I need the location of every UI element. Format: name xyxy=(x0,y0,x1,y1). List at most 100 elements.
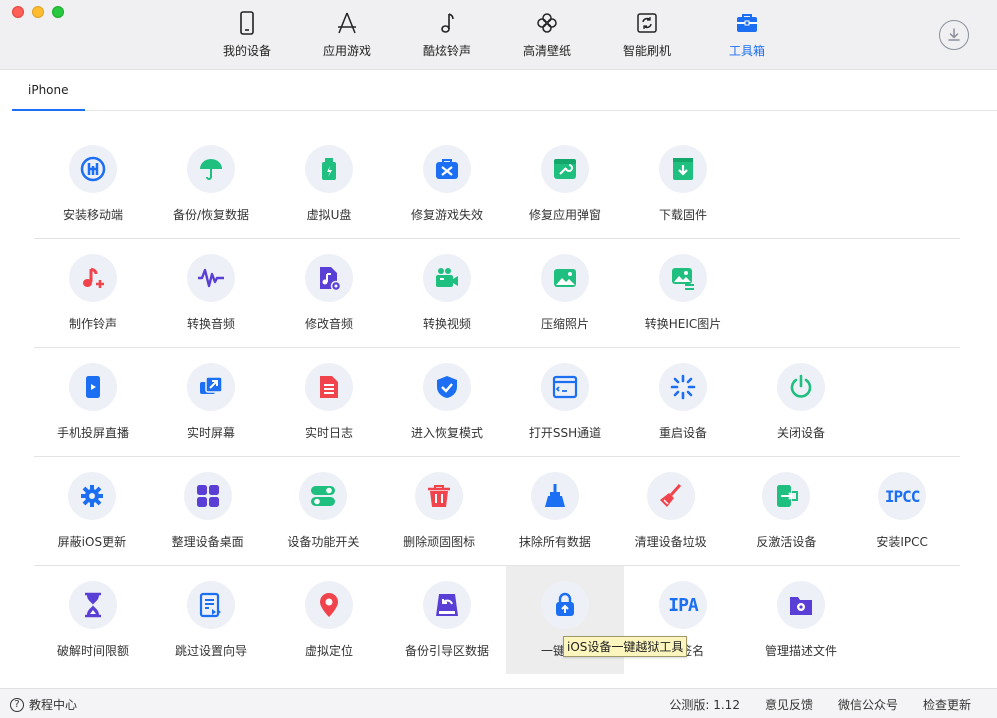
tool-item[interactable]: 打开SSH通道 xyxy=(506,348,624,456)
tool-item[interactable]: 破解时间限额 xyxy=(34,566,152,674)
window-controls xyxy=(12,6,64,18)
tool-item[interactable]: 转换HEIC图片 xyxy=(624,239,742,347)
tool-label: 管理描述文件 xyxy=(764,644,837,658)
help-center-label: 教程中心 xyxy=(29,698,78,712)
tool-item[interactable]: 一键越狱 xyxy=(506,566,624,674)
sweep-icon xyxy=(646,472,695,520)
top-toolbar: 我的设备 应用游戏 酷炫铃声 高清壁纸 智能刷机 工具箱 xyxy=(0,0,997,70)
nav-tab-4[interactable]: 智能刷机 xyxy=(597,0,697,70)
tool-label: 修复游戏失效 xyxy=(410,208,483,222)
tool-item[interactable]: 修改音频 xyxy=(270,239,388,347)
tool-item[interactable]: 安装移动端 xyxy=(34,130,152,238)
flower-icon xyxy=(534,10,560,36)
help-center-link[interactable]: ? 教程中心 xyxy=(10,696,77,713)
feedback-link[interactable]: 意见反馈 xyxy=(765,696,813,713)
main-nav: 我的设备 应用游戏 酷炫铃声 高清壁纸 智能刷机 工具箱 xyxy=(197,0,797,70)
tool-label: 备份/恢复数据 xyxy=(172,208,250,222)
tool-item[interactable]: 下载固件 xyxy=(624,130,742,238)
tool-item[interactable]: IPCC 安装IPCC xyxy=(844,457,960,565)
tool-item[interactable]: 整理设备桌面 xyxy=(150,457,266,565)
tool-item[interactable]: 抹除所有数据 xyxy=(497,457,613,565)
nav-tab-label: 应用游戏 xyxy=(322,44,371,58)
download-manager-button[interactable] xyxy=(939,20,969,50)
tool-item[interactable]: 设备功能开关 xyxy=(266,457,382,565)
music-note-icon xyxy=(434,10,460,36)
tool-label: 安装移动端 xyxy=(62,208,123,222)
check-update-link[interactable]: 检查更新 xyxy=(923,696,971,713)
tool-item[interactable]: 压缩照片 xyxy=(506,239,624,347)
tool-item[interactable]: 备份/恢复数据 xyxy=(152,130,270,238)
tool-item[interactable]: 转换视频 xyxy=(388,239,506,347)
tool-item[interactable]: 手机投屏直播 xyxy=(34,348,152,456)
version-label: 公测版: 1.12 xyxy=(669,698,740,712)
tool-item[interactable]: 实时日志 xyxy=(270,348,388,456)
tool-item[interactable]: IPA IPA签名 xyxy=(624,566,742,674)
nav-tab-2[interactable]: 酷炫铃声 xyxy=(397,0,497,70)
tool-item[interactable]: 屏蔽iOS更新 xyxy=(34,457,150,565)
ipa-icon: IPA xyxy=(659,581,707,629)
tool-row: 制作铃声 转换音频 修改音频 转换视频 压缩照片 转换HEIC图片 xyxy=(34,239,960,348)
tool-label: 进入恢复模式 xyxy=(410,426,483,440)
toolbox-icon xyxy=(734,10,760,36)
tool-item[interactable]: 管理描述文件 xyxy=(742,566,860,674)
download-icon xyxy=(948,28,960,41)
tool-item[interactable]: 转换音频 xyxy=(152,239,270,347)
tool-label: 重启设备 xyxy=(658,426,707,440)
tool-item[interactable]: 重启设备 xyxy=(624,348,742,456)
profile-folder-icon xyxy=(777,581,825,629)
trash-icon xyxy=(415,472,464,520)
toolbox-grid: 安装移动端 备份/恢复数据 虚拟U盘 修复游戏失效 修复应用弹窗 下载固件 制作… xyxy=(34,130,960,675)
photo-convert-icon xyxy=(659,254,707,302)
tool-item[interactable]: 清理设备垃圾 xyxy=(613,457,729,565)
umbrella-icon xyxy=(187,145,235,193)
phone-icon xyxy=(234,10,260,36)
tool-label: 实时屏幕 xyxy=(186,426,235,440)
tool-item[interactable]: 删除顽固图标 xyxy=(381,457,497,565)
tab-iphone[interactable]: iPhone xyxy=(12,70,85,111)
grid-icon xyxy=(183,472,232,520)
toggle-icon xyxy=(299,472,348,520)
tool-item[interactable]: 修复游戏失效 xyxy=(388,130,506,238)
tool-item[interactable]: 跳过设置向导 xyxy=(152,566,270,674)
tool-item[interactable]: 制作铃声 xyxy=(34,239,152,347)
log-icon xyxy=(305,363,353,411)
power-icon xyxy=(777,363,825,411)
tool-label: 修改音频 xyxy=(304,317,353,331)
tool-item[interactable]: 修复应用弹窗 xyxy=(506,130,624,238)
hourglass-icon xyxy=(69,581,117,629)
deactivate-icon xyxy=(762,472,811,520)
close-window-button[interactable] xyxy=(12,6,24,18)
download-firmware-icon xyxy=(659,145,707,193)
tool-label: 屏蔽iOS更新 xyxy=(57,535,127,549)
nav-tab-0[interactable]: 我的设备 xyxy=(197,0,297,70)
tool-label: 修复应用弹窗 xyxy=(528,208,601,222)
tool-label: 设备功能开关 xyxy=(287,535,360,549)
tool-item[interactable]: 进入恢复模式 xyxy=(388,348,506,456)
nav-tab-5[interactable]: 工具箱 xyxy=(697,0,797,70)
shield-check-icon xyxy=(423,363,471,411)
question-icon: ? xyxy=(10,697,24,712)
tool-item[interactable]: 虚拟定位 xyxy=(270,566,388,674)
tool-item[interactable]: 备份引导区数据 xyxy=(388,566,506,674)
nav-tab-label: 工具箱 xyxy=(728,44,765,58)
nav-tab-3[interactable]: 高清壁纸 xyxy=(497,0,597,70)
tool-label: 虚拟U盘 xyxy=(306,208,352,222)
tool-item[interactable]: 反激活设备 xyxy=(729,457,845,565)
tool-item[interactable]: 关闭设备 xyxy=(742,348,860,456)
ipcc-icon: IPCC xyxy=(878,472,927,520)
tooltip: iOS设备一键越狱工具 xyxy=(563,636,688,657)
screen-cast-icon xyxy=(69,363,117,411)
nav-tab-label: 酷炫铃声 xyxy=(422,44,471,58)
tool-label: 删除顽固图标 xyxy=(403,535,476,549)
wechat-link[interactable]: 微信公众号 xyxy=(838,696,898,713)
tool-label: 反激活设备 xyxy=(756,535,817,549)
refresh-icon xyxy=(634,10,660,36)
minimize-window-button[interactable] xyxy=(32,6,44,18)
tool-item[interactable]: 虚拟U盘 xyxy=(270,130,388,238)
tool-item[interactable]: 实时屏幕 xyxy=(152,348,270,456)
nav-tab-1[interactable]: 应用游戏 xyxy=(297,0,397,70)
zoom-window-button[interactable] xyxy=(52,6,64,18)
location-pin-icon xyxy=(305,581,353,629)
skip-wizard-icon xyxy=(187,581,235,629)
nav-tab-label: 智能刷机 xyxy=(622,44,671,58)
